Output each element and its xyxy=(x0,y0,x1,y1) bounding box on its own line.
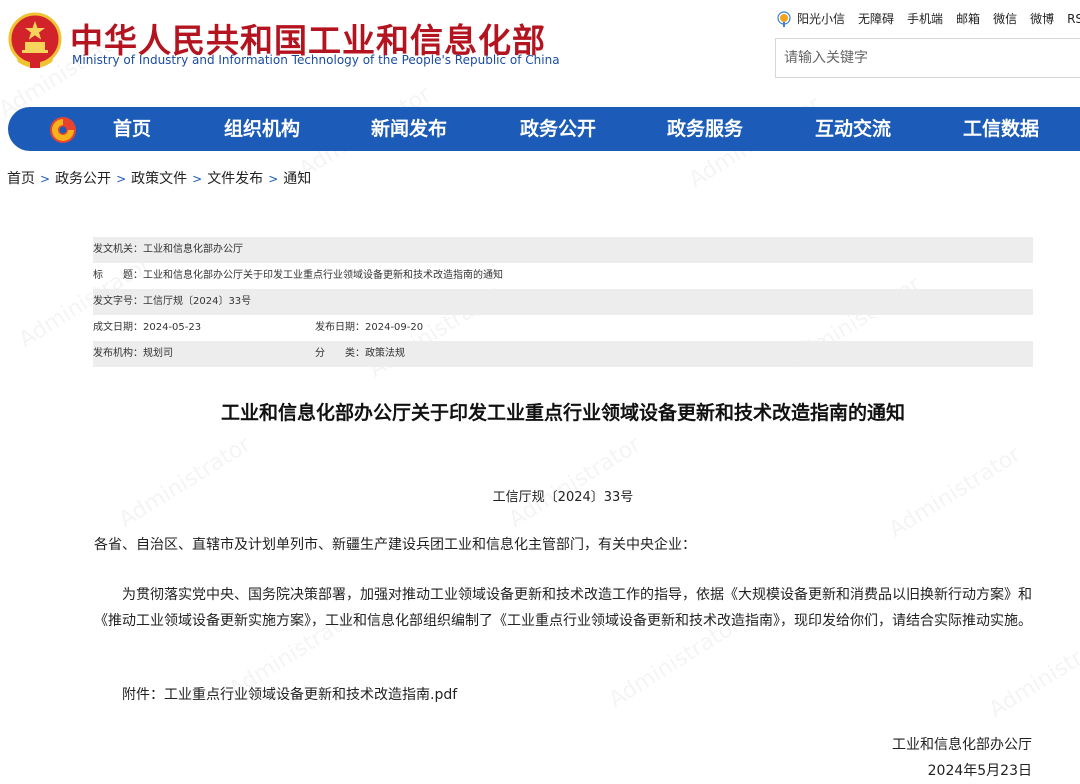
meta-category: 分 类：政策法规 xyxy=(315,348,405,359)
miit-logo-icon xyxy=(50,117,76,143)
top-link-mobile[interactable]: 手机端 xyxy=(907,10,943,27)
top-link-mail[interactable]: 邮箱 xyxy=(956,10,980,27)
search-input[interactable] xyxy=(776,39,1064,77)
nav-gov-affairs[interactable]: 政务公开 xyxy=(520,107,596,151)
watermark: Administrator xyxy=(115,432,255,533)
meta-row-dates: 成文日期：2024-05-23 发布日期：2024-09-20 xyxy=(93,315,1033,341)
nav-interaction[interactable]: 互动交流 xyxy=(815,107,891,151)
document-meta: 发文机关：工业和信息化部办公厅 标 题：工业和信息化部办公厅关于印发工业重点行业… xyxy=(93,237,1033,367)
meta-row-subject: 标 题：工业和信息化部办公厅关于印发工业重点行业领域设备更新和技术改造指南的通知 xyxy=(93,263,1033,289)
meta-row-publisher: 发布机构：规划司 分 类：政策法规 xyxy=(93,341,1033,367)
document-title: 工业和信息化部办公厅关于印发工业重点行业领域设备更新和技术改造指南的通知 xyxy=(220,402,905,424)
signature-date: 2024年5月23日 xyxy=(927,763,1032,779)
meta-publish-date: 发布日期：2024-09-20 xyxy=(315,322,424,333)
top-links: 阳光小信 无障碍 手机端 邮箱 微信 微博 RSS xyxy=(776,10,1080,27)
top-link-sunshine[interactable]: 阳光小信 xyxy=(797,10,845,27)
nav-data[interactable]: 工信数据 xyxy=(963,107,1039,151)
nav-home[interactable]: 首页 xyxy=(113,107,151,151)
national-emblem-icon xyxy=(8,12,62,68)
meta-written-date: 成文日期：2024-05-23 xyxy=(93,322,202,333)
meta-publisher: 发布机构：规划司 xyxy=(93,348,173,359)
nav-gov-services[interactable]: 政务服务 xyxy=(667,107,743,151)
attachment-link[interactable]: 工业重点行业领域设备更新和技术改造指南.pdf xyxy=(164,687,457,703)
breadcrumb-separator: > xyxy=(192,172,203,186)
search-box xyxy=(775,38,1080,78)
attachment: 附件：工业重点行业领域设备更新和技术改造指南.pdf xyxy=(122,682,457,708)
document-number: 工信厅规〔2024〕33号 xyxy=(492,490,634,505)
breadcrumb: 首页 > 政务公开 > 政策文件 > 文件发布 > 通知 xyxy=(7,168,311,188)
addressee: 各省、自治区、直辖市及计划单列市、新疆生产建设兵团工业和信息化主管部门，有关中央… xyxy=(94,537,696,553)
top-link-wechat[interactable]: 微信 xyxy=(993,10,1017,27)
sunshine-icon xyxy=(777,10,791,27)
meta-issuer: 发文机关：工业和信息化部办公厅 xyxy=(93,244,243,255)
meta-row-issuer: 发文机关：工业和信息化部办公厅 xyxy=(93,237,1033,263)
watermark: Administrator xyxy=(505,432,645,533)
meta-doc-number: 发文字号：工信厅规〔2024〕33号 xyxy=(93,296,252,307)
breadcrumb-home[interactable]: 首页 xyxy=(7,171,35,187)
attachment-label: 附件： xyxy=(122,687,164,703)
nav-news[interactable]: 新闻发布 xyxy=(371,107,447,151)
breadcrumb-separator: > xyxy=(268,172,279,186)
breadcrumb-gov-affairs[interactable]: 政务公开 xyxy=(55,171,111,187)
body-paragraph: 为贯彻落实党中央、国务院决策部署，加强对推动工业领域设备更新和技术改造工作的指导… xyxy=(94,587,1032,629)
meta-subject: 标 题：工业和信息化部办公厅关于印发工业重点行业领域设备更新和技术改造指南的通知 xyxy=(93,270,503,281)
watermark: Administrator xyxy=(985,622,1080,723)
top-link-accessibility[interactable]: 无障碍 xyxy=(858,10,894,27)
breadcrumb-separator: > xyxy=(116,172,127,186)
top-link-weibo[interactable]: 微博 xyxy=(1030,10,1054,27)
breadcrumb-separator: > xyxy=(40,172,51,186)
breadcrumb-notice[interactable]: 通知 xyxy=(283,171,311,187)
breadcrumb-policy-docs[interactable]: 政策文件 xyxy=(131,171,187,187)
top-link-rss[interactable]: RSS xyxy=(1067,12,1080,26)
nav-organization[interactable]: 组织机构 xyxy=(224,107,300,151)
breadcrumb-doc-release[interactable]: 文件发布 xyxy=(207,171,263,187)
signature-org: 工业和信息化部办公厅 xyxy=(892,737,1032,753)
site-subtitle: Ministry of Industry and Information Tec… xyxy=(72,53,560,67)
meta-row-doc-number: 发文字号：工信厅规〔2024〕33号 xyxy=(93,289,1033,315)
